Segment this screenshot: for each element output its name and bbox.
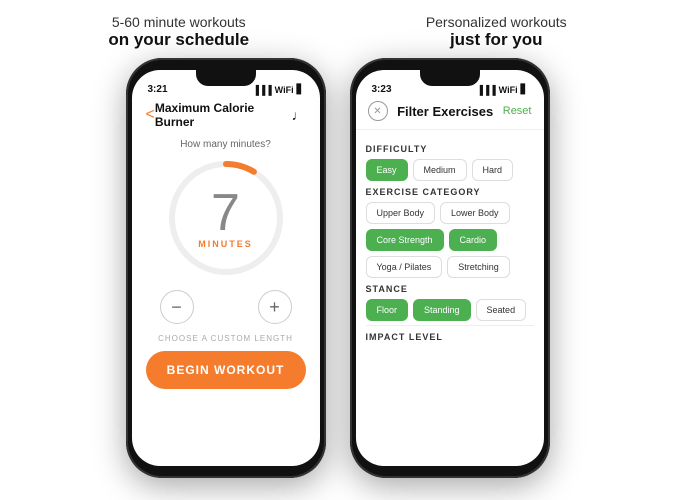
back-button[interactable]: < <box>146 106 155 124</box>
plus-button[interactable]: + <box>258 290 292 324</box>
battery-icon: ▋ <box>297 84 304 95</box>
top-headlines: 5-60 minute workouts on your schedule Pe… <box>0 0 675 58</box>
timer-display: 7 MINUTES <box>198 187 253 249</box>
reset-button[interactable]: Reset <box>503 105 532 117</box>
plus-icon: + <box>269 297 280 318</box>
timer-number: 7 <box>211 187 240 239</box>
left-main-text: on your schedule <box>26 30 331 50</box>
phone2-battery-icon: ▋ <box>521 84 528 95</box>
signal-icon: ▐▐▐ <box>253 85 272 95</box>
pill-yoga-pilates[interactable]: Yoga / Pilates <box>366 256 443 278</box>
exercise-category-pills: Upper Body Lower Body Core Strength Card… <box>366 202 534 278</box>
controls-row: − + <box>132 282 320 332</box>
pill-standing[interactable]: Standing <box>413 299 471 321</box>
custom-length-link[interactable]: CHOOSE A CUSTOM LENGTH <box>132 334 320 343</box>
filter-title: Filter Exercises <box>397 104 493 119</box>
phone2-notch <box>420 70 480 86</box>
stance-pills: Floor Standing Seated <box>366 299 534 321</box>
divider-top <box>356 129 544 130</box>
left-headline: 5-60 minute workouts on your schedule <box>26 14 331 50</box>
filter-nav: ✕ Filter Exercises Reset <box>356 97 544 125</box>
pill-floor[interactable]: Floor <box>366 299 409 321</box>
phone1-nav-title: Maximum Calorie Burner <box>155 101 292 129</box>
stance-divider <box>366 325 534 326</box>
right-sub-text: Personalized workouts <box>344 14 649 30</box>
pill-medium[interactable]: Medium <box>413 159 467 181</box>
right-headline: Personalized workouts just for you <box>344 14 649 50</box>
phone1-nav: < Maximum Calorie Burner ♩ <box>132 97 320 133</box>
phones-container: 3:21 ▐▐▐ WiFi ▋ < Maximum Calorie Burner… <box>0 58 675 500</box>
close-button[interactable]: ✕ <box>368 101 388 121</box>
timer-container: 7 MINUTES <box>166 158 286 278</box>
difficulty-label: DIFFICULTY <box>366 144 534 154</box>
pill-stretching[interactable]: Stretching <box>447 256 510 278</box>
pill-cardio[interactable]: Cardio <box>449 229 498 251</box>
left-sub-text: 5-60 minute workouts <box>26 14 331 30</box>
begin-workout-button[interactable]: BEGIN WORKOUT <box>146 351 306 389</box>
pill-easy[interactable]: Easy <box>366 159 408 181</box>
pill-lower-body[interactable]: Lower Body <box>440 202 510 224</box>
phone1-notch <box>196 70 256 86</box>
impact-level-label: IMPACT LEVEL <box>366 332 534 342</box>
difficulty-pills: Easy Medium Hard <box>366 159 534 181</box>
phone2-signal-icon: ▐▐▐ <box>477 85 496 95</box>
right-main-text: just for you <box>344 30 649 50</box>
pill-upper-body[interactable]: Upper Body <box>366 202 436 224</box>
phone1-status-icons: ▐▐▐ WiFi ▋ <box>253 84 304 95</box>
pill-core-strength[interactable]: Core Strength <box>366 229 444 251</box>
exercise-category-label: EXERCISE CATEGORY <box>366 187 534 197</box>
stance-label: STANCE <box>366 284 534 294</box>
phone-1: 3:21 ▐▐▐ WiFi ▋ < Maximum Calorie Burner… <box>126 58 326 478</box>
phone1-time: 3:21 <box>148 84 168 95</box>
pill-seated[interactable]: Seated <box>476 299 527 321</box>
wifi-icon: WiFi <box>275 85 294 95</box>
phone-2: 3:23 ▐▐▐ WiFi ▋ ✕ Filter Exercises Reset… <box>350 58 550 478</box>
phone2-time: 3:23 <box>372 84 392 95</box>
filter-content: DIFFICULTY Easy Medium Hard EXERCISE CAT… <box>356 134 544 466</box>
phone1-prompt: How many minutes? <box>132 139 320 150</box>
music-icon[interactable]: ♩ <box>292 107 306 123</box>
phone2-screen: 3:23 ▐▐▐ WiFi ▋ ✕ Filter Exercises Reset… <box>356 70 544 466</box>
phone2-status-icons: ▐▐▐ WiFi ▋ <box>477 84 528 95</box>
timer-unit: MINUTES <box>198 239 253 249</box>
pill-hard[interactable]: Hard <box>472 159 514 181</box>
minus-button[interactable]: − <box>160 290 194 324</box>
phone2-wifi-icon: WiFi <box>499 85 518 95</box>
phone1-screen: 3:21 ▐▐▐ WiFi ▋ < Maximum Calorie Burner… <box>132 70 320 466</box>
minus-icon: − <box>171 297 182 318</box>
